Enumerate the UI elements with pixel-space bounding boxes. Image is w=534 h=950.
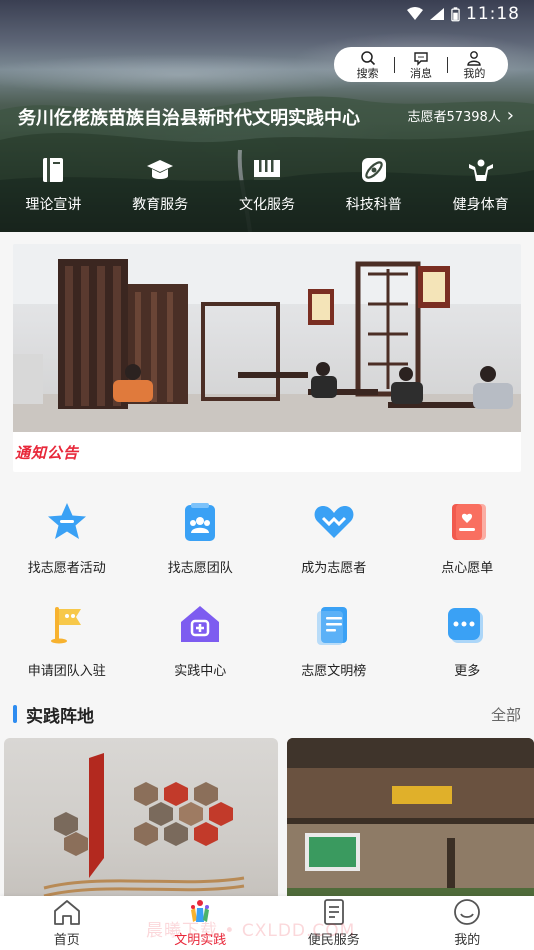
category-education[interactable]: 教育服务	[107, 155, 214, 214]
section-title: 实践阵地	[26, 706, 94, 727]
mine-button[interactable]: 我的	[449, 47, 499, 82]
category-label: 文化服务	[238, 197, 295, 213]
signal-icon	[430, 8, 444, 20]
profile-icon	[454, 899, 481, 925]
category-theory[interactable]: 理论宣讲	[0, 155, 107, 214]
divider	[447, 56, 449, 73]
status-bar: 11:18	[407, 4, 520, 24]
service-apply-team[interactable]: 申请团队入驻	[0, 603, 134, 706]
message-label: 消息	[409, 66, 432, 80]
mine-label: 我的	[463, 66, 486, 80]
battery-icon	[451, 6, 460, 21]
service-label: 实践中心	[174, 664, 227, 679]
service-label: 找志愿团队	[167, 561, 233, 576]
category-science[interactable]: 科技科普	[320, 155, 427, 214]
practice-base-card[interactable]	[4, 738, 278, 908]
page-title: 务川仡佬族苗族自治县新时代文明实践中心	[18, 108, 360, 129]
service-row: 找志愿者活动 找志愿团队 成为志愿者 点心愿单	[0, 500, 534, 603]
nav-mine[interactable]: 我的	[401, 896, 534, 950]
heart-icon	[314, 506, 354, 538]
chevron-right-icon: ›	[506, 105, 514, 126]
message-button[interactable]: 消息	[396, 47, 446, 82]
banner-card[interactable]: 通知公告	[13, 244, 521, 472]
nav-label: 我的	[454, 933, 481, 948]
atom-icon	[361, 158, 386, 182]
service-honor-list[interactable]: 志愿文明榜	[267, 603, 401, 706]
wish-list-icon	[452, 504, 487, 540]
volunteer-count: 志愿者57398人	[407, 110, 501, 125]
nav-label: 首页	[53, 933, 80, 948]
base-photo	[43, 753, 245, 898]
bottom-nav: 首页 文明实践 便民服务 我的	[0, 896, 534, 950]
home-icon	[181, 606, 220, 642]
nav-home[interactable]: 首页	[0, 896, 134, 950]
piano-icon	[253, 160, 280, 180]
category-label: 教育服务	[132, 197, 189, 213]
nav-service[interactable]: 便民服务	[267, 896, 401, 950]
service-find-team[interactable]: 找志愿团队	[134, 500, 268, 603]
service-grid: 找志愿者活动 找志愿团队 成为志愿者 点心愿单 申请团队入驻 实践中心 志愿文明…	[0, 500, 534, 706]
category-culture[interactable]: 文化服务	[214, 155, 321, 214]
service-doc-icon	[323, 899, 344, 925]
category-label: 健身体育	[452, 197, 509, 213]
search-label: 搜索	[356, 66, 379, 80]
nav-label: 文明实践	[174, 933, 227, 948]
service-wish-list[interactable]: 点心愿单	[401, 500, 534, 603]
service-label: 申请团队入驻	[27, 664, 106, 679]
service-label: 找志愿者活动	[27, 561, 106, 576]
fitness-icon	[468, 159, 493, 181]
volunteer-count-link[interactable]: 志愿者57398人 ›	[407, 105, 514, 126]
section-title-group: 实践阵地	[13, 702, 94, 727]
view-all-link[interactable]: 全部	[491, 704, 521, 725]
category-label: 理论宣讲	[25, 197, 82, 213]
service-label: 更多	[454, 664, 481, 679]
service-label: 点心愿单	[441, 561, 494, 576]
hero-banner: 11:18 搜索 消息 我的 务川仡佬族苗族自治县新时代文明实践中心 志愿者57…	[0, 0, 534, 232]
star-icon	[47, 503, 86, 539]
more-icon	[448, 608, 484, 643]
service-label: 成为志愿者	[301, 561, 367, 576]
service-become-volunteer[interactable]: 成为志愿者	[267, 500, 401, 603]
home-nav-icon	[53, 900, 80, 925]
section-accent-bar	[13, 705, 17, 723]
civilization-icon	[191, 900, 210, 922]
search-icon	[360, 50, 375, 65]
top-actions: 搜索 消息 我的	[334, 47, 508, 82]
service-find-activity[interactable]: 找志愿者活动	[0, 500, 134, 603]
category-fitness[interactable]: 健身体育	[427, 155, 534, 214]
wifi-icon	[407, 7, 423, 20]
service-row: 申请团队入驻 实践中心 志愿文明榜 更多	[0, 603, 534, 706]
message-icon	[414, 51, 428, 66]
base-photo	[287, 738, 534, 908]
notice-label: 通知公告	[15, 444, 80, 462]
book-icon	[43, 158, 64, 182]
nav-civilization[interactable]: 文明实践	[134, 896, 268, 950]
service-label: 志愿文明榜	[301, 664, 367, 679]
reading-room-illustration	[13, 244, 521, 432]
team-icon	[185, 503, 216, 541]
graduation-cap-icon	[147, 160, 174, 179]
document-icon	[316, 607, 347, 645]
nav-label: 便民服务	[307, 933, 360, 948]
search-button[interactable]: 搜索	[343, 47, 393, 82]
practice-base-list	[4, 738, 534, 908]
divider	[393, 56, 395, 73]
flag-icon	[50, 607, 81, 644]
section-header: 实践阵地 全部	[13, 702, 521, 727]
user-icon	[467, 50, 482, 66]
service-practice-center[interactable]: 实践中心	[134, 603, 268, 706]
banner-photo	[13, 244, 521, 432]
category-row: 理论宣讲 教育服务 文化服务 科技科普 健身体育	[0, 155, 534, 214]
clock: 11:18	[466, 4, 520, 24]
practice-base-card[interactable]	[287, 738, 534, 908]
app-page: 11:18 搜索 消息 我的 务川仡佬族苗族自治县新时代文明实践中心 志愿者57…	[0, 0, 534, 950]
service-more[interactable]: 更多	[401, 603, 534, 706]
category-label: 科技科普	[345, 197, 402, 213]
